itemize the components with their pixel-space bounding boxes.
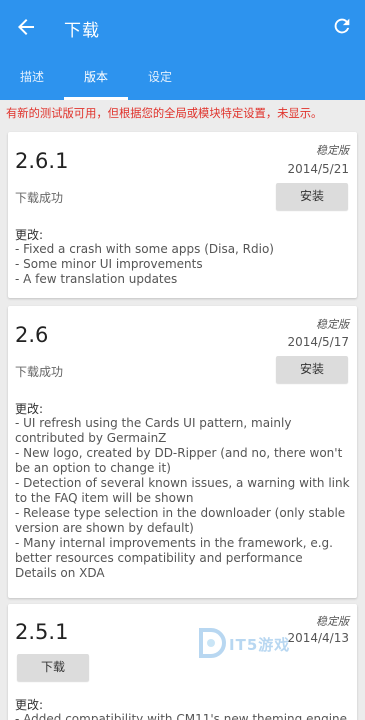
release-date: 2014/5/21 — [287, 162, 349, 176]
watermark-text: IT5游戏 — [229, 636, 291, 654]
release-type: 稳定版 — [316, 318, 349, 331]
changes-label: 更改: — [15, 402, 44, 416]
version-number: 2.6 — [15, 323, 49, 347]
app-bar: 下载 描述 版本 设定 — [0, 0, 365, 100]
changes-text: - Added compatibility with CM11's new th… — [15, 712, 348, 720]
watermark-logo: IT5游戏 — [195, 626, 325, 666]
download-status: 下载成功 — [15, 191, 64, 205]
page-title: 下载 — [64, 21, 100, 41]
changes-label: 更改: — [15, 228, 44, 242]
version-number: 2.5.1 — [15, 620, 69, 644]
back-arrow-icon[interactable] — [14, 15, 38, 39]
download-status: 下载成功 — [15, 365, 64, 379]
install-button[interactable]: 安装 — [276, 183, 348, 210]
beta-warning-text: 有新的测试版可用，但根据您的全局或模块特定设置，未显示。 — [6, 107, 323, 120]
version-number: 2.6.1 — [15, 149, 69, 173]
tab-settings[interactable]: 设定 — [134, 56, 186, 100]
install-button[interactable]: 安装 — [276, 356, 348, 383]
tab-description[interactable]: 描述 — [6, 56, 58, 100]
version-card: 2.6 稳定版 2014/5/17 下载成功 安装 更改: - UI refre… — [8, 306, 357, 598]
watermark-icon — [199, 628, 226, 658]
tab-bar: 描述 版本 设定 — [0, 56, 365, 100]
changes-text: - Fixed a crash with some apps (Disa, Rd… — [15, 242, 274, 286]
download-button[interactable]: 下载 — [17, 654, 89, 681]
changes-label: 更改: — [15, 698, 44, 712]
refresh-icon[interactable] — [331, 15, 353, 37]
version-card: 2.6.1 稳定版 2014/5/21 下载成功 安装 更改: - Fixed … — [8, 132, 357, 298]
release-type: 稳定版 — [316, 144, 349, 157]
release-date: 2014/5/17 — [287, 335, 349, 349]
tab-versions[interactable]: 版本 — [64, 56, 128, 100]
changes-text: - UI refresh using the Cards UI pattern,… — [15, 416, 350, 580]
